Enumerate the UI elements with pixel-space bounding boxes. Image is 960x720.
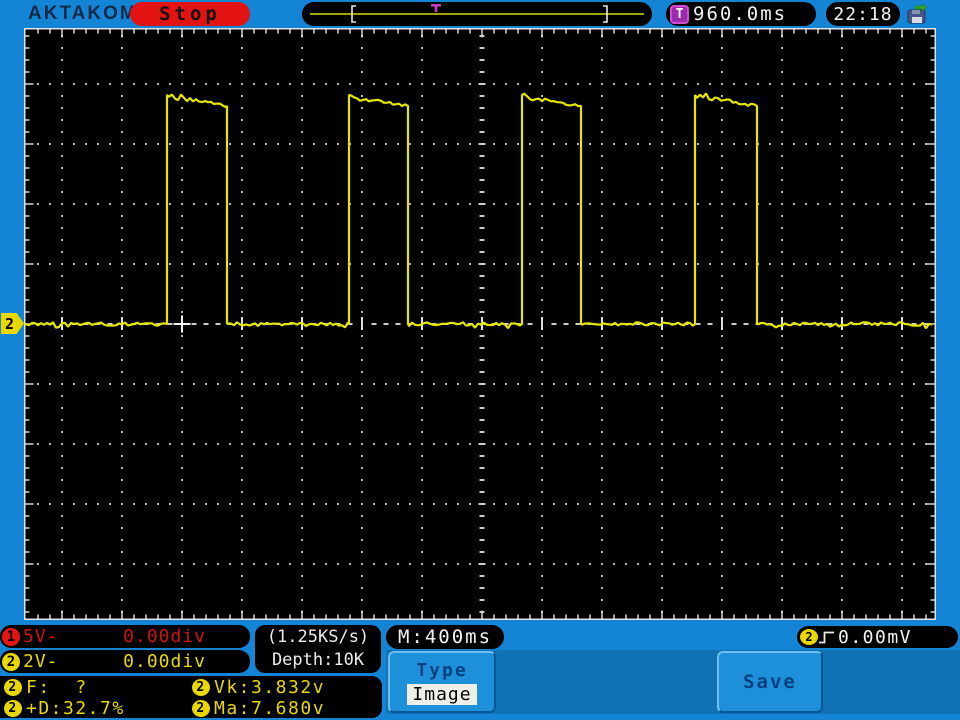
measurement-text: F: ? [26,677,88,698]
measurement-text: Ma:7.680v [214,698,326,719]
measurements-panel: 2 F: ? 2 Vk:3.832v 2 +D:32.7% 2 Ma:7.680… [0,676,382,719]
trigger-position-bar [302,2,652,26]
rising-edge-icon [819,631,834,643]
measurement-text: +D:32.7% [26,698,125,719]
measurement-ch-badge: 2 [4,700,22,717]
trigger-channel-badge: 2 [800,629,818,645]
measurement-ch-badge: 2 [192,679,210,696]
channel-1-scale: 5V- [23,626,59,647]
channel-2-readout: 2 2V- 0.00div [0,650,250,673]
timebase-badge: M:400ms [386,625,504,649]
measurement-duty: 2 +D:32.7% [4,698,192,719]
save-button[interactable]: Save [717,651,823,713]
channel-2-offset: 0.00div [123,651,206,672]
measurement-frequency: 2 F: ? [4,677,192,698]
memory-depth: Depth:10K [271,650,365,670]
measurement-ma: 2 Ma:7.680v [192,698,382,719]
trigger-level-value: 0.00mV [838,626,913,648]
graticule-and-waveform [24,28,936,620]
measurement-ch-badge: 2 [192,700,210,717]
trigger-level-badge: 2 0.00mV [797,626,958,648]
trigger-position-bar-graphic [310,4,644,23]
usb-disk-icon [907,3,928,24]
ch2-trace [24,92,933,329]
trigger-delay-badge: T 960.0ms [666,2,816,26]
menu-type-button[interactable]: Type Image [388,651,496,713]
acquisition-info: (1.25KS/s) Depth:10K [255,625,381,673]
type-label: Type [416,659,468,681]
waveform-display [24,28,936,620]
clock-badge: 22:18 [826,2,900,26]
channel-1-offset: 0.00div [123,626,206,647]
trigger-delay-value: 960.0ms [693,3,788,25]
trigger-t-icon: T [670,4,689,24]
channel-2-scale: 2V- [23,651,59,672]
ch2-level-marker: 2 [1,313,24,334]
run-stop-badge: Stop [130,2,250,26]
channel-1-badge: 1 [2,627,20,646]
brand-logo: AKTAKOM [28,3,138,24]
type-value: Image [407,683,477,705]
channel-1-readout: 1 5V- 0.00div [0,625,250,648]
measurement-ch-badge: 2 [4,679,22,696]
measurement-vk: 2 Vk:3.832v [192,677,382,698]
channel-2-badge: 2 [2,652,20,671]
measurement-text: Vk:3.832v [214,677,326,698]
sample-rate: (1.25KS/s) [266,627,370,647]
oscilloscope-screen: AKTAKOM Stop T 960.0ms 22:18 2 1 5V- 0.0… [0,0,960,720]
